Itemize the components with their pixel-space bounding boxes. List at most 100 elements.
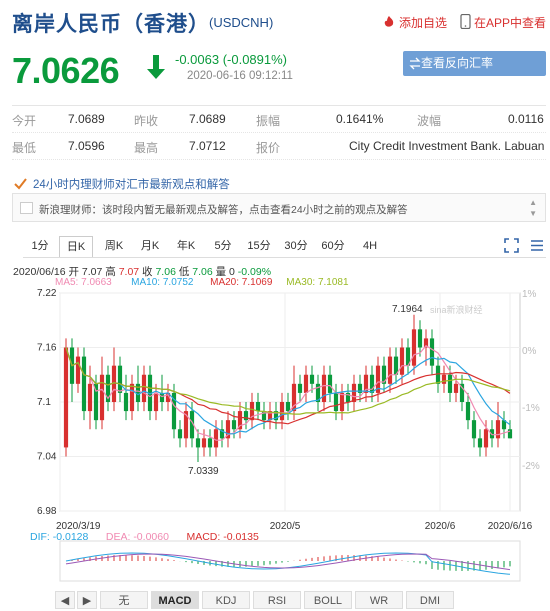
stats-row-1: 今开 7.0689 昨收 7.0689 振幅 0.1641% 波幅 0.0116 (12, 106, 546, 133)
candle-body (207, 438, 213, 448)
quote-time: 2020-06-16 09:12:11 (187, 70, 293, 82)
low-value: 7.0596 (68, 139, 105, 153)
indicator-tab-1[interactable]: MACD (151, 591, 199, 609)
news-box[interactable]: 新浪理财师：该时段内暂无最新观点及解答，点击查看24小时之前的观点及解答 ▲ ▼ (12, 193, 546, 222)
candle-body (429, 338, 435, 366)
low-label: 最低 (12, 141, 37, 155)
swap-icon (409, 51, 421, 85)
prev-close-label: 昨收 (134, 114, 159, 128)
candle-body (87, 383, 93, 412)
scroll-down-icon[interactable]: ▼ (529, 209, 537, 218)
indicator-prev-icon[interactable]: ◀ (55, 591, 75, 609)
candle-body (297, 383, 303, 393)
y-tick-label: 6.98 (37, 506, 57, 517)
candle-body (117, 365, 123, 393)
open-label: 今开 (12, 114, 37, 128)
tab-0[interactable]: 1分 (23, 236, 57, 257)
wave-value: 0.0116 (508, 112, 544, 126)
candle-body (75, 356, 81, 384)
tab-4[interactable]: 年K (169, 236, 203, 257)
down-arrow-icon (146, 54, 166, 83)
candle-body (201, 438, 207, 448)
candle-body (177, 429, 183, 439)
candle-body (339, 392, 345, 412)
candle-body (477, 438, 483, 448)
news-title-label: 24小时内理财师对汇市最新观点和解答 (33, 179, 230, 191)
price-change: -0.0063 (-0.0891%) (175, 52, 288, 67)
x-tick-label: 2020/6/16 (488, 521, 533, 532)
add-watchlist-label: 添加自选 (399, 16, 448, 30)
candle-body (309, 374, 315, 384)
news-text: 新浪理财师：该时段内暂无最新观点及解答，点击查看24小时之前的观点及解答 (39, 204, 408, 216)
candle-body (81, 356, 87, 412)
candle-body (351, 383, 357, 402)
pct-tick-label: -2% (522, 461, 540, 472)
tab-1[interactable]: 日K (59, 236, 93, 257)
kline-chart[interactable]: 7.227.167.17.046.981%0%-1%-2%2020/3/19 20… (0, 285, 550, 589)
candle-body (435, 365, 441, 384)
view-in-app-label: 在APP中查看 (474, 16, 547, 30)
candle-body (153, 392, 159, 412)
tab-6[interactable]: 15分 (241, 236, 277, 257)
candle-body (507, 429, 513, 439)
low-annotation: 7.0339 (188, 466, 219, 477)
y-tick-label: 7.1 (37, 397, 51, 408)
indicator-tab-2[interactable]: KDJ (202, 591, 250, 609)
candle-body (369, 374, 375, 393)
indicator-tab-5[interactable]: WR (355, 591, 403, 609)
tab-3[interactable]: 月K (133, 236, 167, 257)
candle-body (417, 329, 423, 348)
candle-body (441, 374, 447, 384)
macd-info: DIF: -0.0128 DEA: -0.0060 MACD: -0.0135 (30, 531, 259, 543)
add-watchlist-button[interactable]: 添加自选 (382, 14, 447, 32)
y-tick-label: 7.16 (37, 343, 57, 354)
wave-label: 波幅 (417, 114, 442, 128)
pct-tick-label: 0% (522, 346, 537, 357)
candle-body (99, 374, 105, 421)
quote-source-value: City Credit Investment Bank. Labuan (349, 139, 545, 153)
scroll-up-icon[interactable]: ▲ (529, 198, 537, 207)
view-in-app-button[interactable]: 在APP中查看 (460, 13, 547, 32)
menu-icon[interactable] (530, 238, 544, 256)
pct-tick-label: 1% (522, 289, 537, 300)
candle-body (141, 374, 147, 402)
tab-9[interactable]: 4H (353, 236, 387, 257)
fullscreen-icon[interactable] (504, 238, 519, 256)
candle-body (255, 402, 261, 412)
indicator-next-icon[interactable]: ▶ (77, 591, 97, 609)
instrument-code: (USDCNH) (209, 15, 274, 30)
quote-header: 离岸人民币（香港） (USDCNH) 添加自选 在APP中查看 (0, 0, 550, 44)
message-icon (20, 202, 33, 214)
macd-value: MACD: -0.0135 (186, 531, 259, 543)
indicator-tab-0[interactable]: 无 (100, 591, 148, 609)
candle-body (483, 429, 489, 448)
y-tick-label: 7.04 (37, 452, 57, 463)
tab-7[interactable]: 30分 (279, 236, 313, 257)
x-tick-label: 2020/5 (270, 521, 301, 532)
reverse-rate-label: 查看反向汇率 CNHUSD (421, 56, 494, 95)
last-price: 7.0626 (12, 50, 120, 91)
tab-8[interactable]: 60分 (315, 236, 351, 257)
tab-divider (23, 257, 546, 258)
candle-body (327, 374, 333, 393)
stats-row-2: 最低 7.0596 最高 7.0712 报价 City Credit Inves… (12, 133, 546, 160)
reverse-rate-button[interactable]: 查看反向汇率 CNHUSD (403, 51, 546, 95)
stats-table: 今开 7.0689 昨收 7.0689 振幅 0.1641% 波幅 0.0116… (12, 105, 546, 160)
candle-body (285, 402, 291, 412)
indicator-tab-3[interactable]: RSI (253, 591, 301, 609)
tab-2[interactable]: 周K (97, 236, 131, 257)
amplitude-label: 振幅 (256, 114, 281, 128)
candle-body (321, 374, 327, 402)
indicator-tab-4[interactable]: BOLL (304, 591, 352, 609)
candle-body (231, 420, 237, 430)
candle-body (129, 383, 135, 412)
indicator-tab-6[interactable]: DMI (406, 591, 454, 609)
tab-5[interactable]: 5分 (207, 236, 239, 257)
news-title[interactable]: 24小时内理财师对汇市最新观点和解答 (14, 176, 230, 193)
candle-body (495, 420, 501, 439)
candle-body (447, 374, 453, 393)
high-annotation: 7.1964 (392, 304, 423, 315)
pct-tick-label: -1% (522, 403, 540, 414)
open-value: 7.0689 (68, 112, 105, 126)
candle-body (195, 438, 201, 448)
